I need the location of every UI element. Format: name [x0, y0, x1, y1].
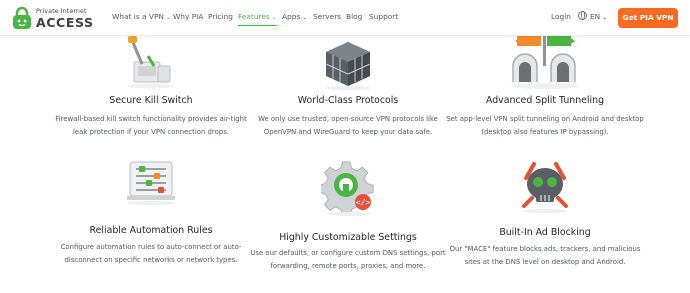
nav-item-servers[interactable]: Servers	[313, 12, 341, 26]
nav-label: Support	[369, 12, 399, 21]
nav-item-what-is-a-vpn[interactable]: What is a VPN ⌄	[112, 12, 171, 26]
protocol-cube-icon	[325, 42, 371, 90]
nav-item-pricing[interactable]: Pricing	[208, 12, 233, 26]
feature-description: Our "MACE" feature blocks ads, trackers,…	[449, 245, 641, 266]
get-pia-vpn-button[interactable]: Get PIA VPN	[618, 8, 678, 28]
site-header: Private Internet ACCESS What is a VPN ⌄ W…	[0, 0, 690, 36]
language-label: EN	[590, 12, 601, 21]
globe-icon	[578, 11, 587, 20]
chevron-down-icon: ⌄	[302, 14, 308, 21]
feature-description: Firewall-based kill switch functionality…	[55, 115, 247, 136]
lock-logo-icon	[13, 6, 31, 29]
settings-gear-lock-icon: </>	[321, 161, 374, 216]
svg-text:</>: </>	[356, 198, 371, 207]
nav-label: Blog	[346, 12, 363, 21]
kill-switch-lever-icon	[128, 36, 173, 89]
feature-title: Highly Customizable Settings	[279, 232, 417, 243]
nav-item-why-pia[interactable]: Why PIA	[173, 12, 203, 26]
automation-sliders-icon	[127, 161, 175, 205]
chevron-down-icon: ⌄	[271, 14, 277, 21]
feature-title: Advanced Split Tunneling	[485, 95, 605, 106]
nav-label: Features	[238, 12, 270, 21]
logo-wordmark: ACCESS	[36, 15, 94, 30]
feature-description: Use our defaults, or configure custom DN…	[250, 249, 446, 270]
pia-logo[interactable]: Private Internet ACCESS	[12, 5, 102, 31]
split-tunnel-icon	[511, 36, 579, 89]
feature-title: Secure Kill Switch	[109, 95, 193, 106]
nav-label: What is a VPN	[112, 12, 164, 21]
feature-description: We only use trusted, open-source VPN pro…	[258, 115, 438, 136]
feature-title: Reliable Automation Rules	[89, 225, 213, 236]
feature-description: Configure automation rules to auto-conne…	[60, 243, 242, 264]
logo-tagline: Private Internet	[36, 8, 87, 15]
nav-item-apps[interactable]: Apps ⌄	[282, 12, 307, 26]
chevron-down-icon: ⌄	[602, 14, 608, 21]
nav-item-support[interactable]: Support	[369, 12, 398, 26]
nav-label: Apps	[282, 12, 301, 21]
login-link[interactable]: Login	[551, 12, 571, 21]
feature-title: World-Class Protocols	[297, 95, 399, 106]
nav-item-features[interactable]: Features ⌄	[238, 12, 277, 26]
feature-title: Built-In Ad Blocking	[499, 227, 591, 238]
chevron-down-icon: ⌄	[165, 14, 171, 21]
language-selector[interactable]: EN ⌄	[578, 11, 607, 21]
nav-label: Why PIA	[173, 12, 204, 21]
feature-description: Set app-level VPN split tunneling on And…	[446, 115, 644, 136]
nav-label: Pricing	[208, 12, 233, 21]
nav-item-blog[interactable]: Blog	[346, 12, 362, 26]
nav-label: Servers	[313, 12, 342, 21]
ad-blocker-skull-icon	[522, 162, 568, 213]
